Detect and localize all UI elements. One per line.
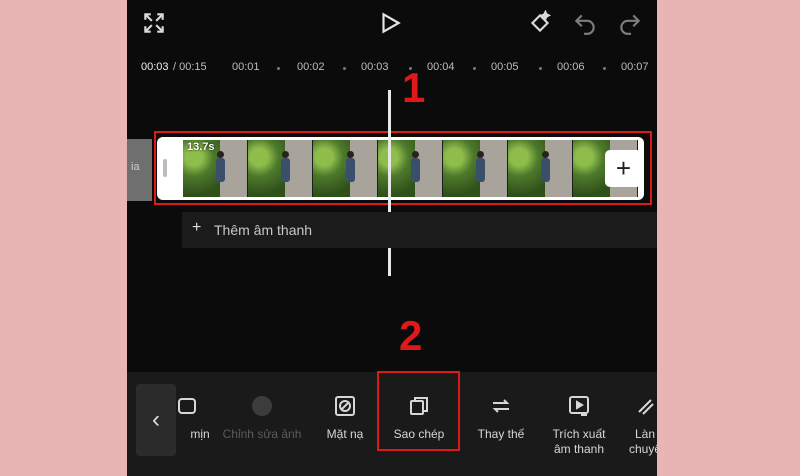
- tool-mat-na[interactable]: Mặt nạ: [313, 372, 377, 442]
- tick-label: 00:06: [557, 61, 585, 73]
- tool-label: Chỉnh sửa ảnh: [222, 427, 302, 441]
- tick-label: 00:01: [232, 61, 260, 73]
- plus-icon: +: [192, 219, 202, 236]
- tick-label: 00:03: [361, 61, 389, 73]
- phone-screen: 00:03 / 00:15 00:01 00:02 00:03 00:04 00…: [127, 0, 657, 476]
- playhead[interactable]: [388, 90, 391, 276]
- tool-label: Làn chuyể: [628, 427, 657, 456]
- back-button[interactable]: ‹: [136, 384, 176, 456]
- play-icon[interactable]: [377, 10, 403, 36]
- tick-dot: [277, 67, 280, 70]
- previous-clip[interactable]: ia: [127, 139, 152, 201]
- tool-label: Thay thế: [477, 427, 525, 441]
- tick-dot: [603, 67, 606, 70]
- timeline-ruler: 00:03 / 00:15 00:01 00:02 00:03 00:04 00…: [127, 58, 657, 78]
- tick-label: 00:05: [491, 61, 519, 73]
- clip-duration: 13.7s: [187, 141, 215, 153]
- undo-icon[interactable]: [572, 10, 598, 36]
- mask-icon: [335, 396, 355, 416]
- add-audio-button[interactable]: + Thêm âm thanh: [182, 212, 657, 248]
- previous-clip-text: ia: [131, 161, 140, 173]
- add-audio-label: Thêm âm thanh: [214, 222, 313, 238]
- transition-icon: [638, 399, 654, 415]
- step-marker-2: 2: [399, 312, 423, 359]
- tool-lam-chuyen[interactable]: Làn chuyể: [615, 372, 657, 457]
- total-time: / 00:15: [173, 61, 207, 73]
- tick-label: 00:07: [621, 61, 649, 73]
- keyframe-icon[interactable]: [527, 10, 553, 36]
- edit-photo-icon: [252, 396, 272, 416]
- tick-dot: [343, 67, 346, 70]
- tick-label: 00:02: [297, 61, 325, 73]
- tick-dot: [473, 67, 476, 70]
- current-time: 00:03: [141, 61, 169, 73]
- add-clip-button[interactable]: +: [605, 150, 642, 187]
- tool-label: Trích xuất âm thanh: [552, 427, 606, 456]
- tool-chinh-sua-anh[interactable]: Chỉnh sửa ảnh: [217, 372, 307, 442]
- tool-trich-xuat[interactable]: Trích xuất âm thanh: [539, 372, 619, 457]
- extract-audio-icon: [569, 396, 589, 416]
- tool-thay-the[interactable]: Thay thế: [461, 372, 541, 442]
- blur-icon: [178, 398, 196, 414]
- redo-icon[interactable]: [617, 10, 643, 36]
- replace-icon: [492, 399, 510, 413]
- step-1-highlight: [154, 131, 652, 205]
- tick-dot: [539, 67, 542, 70]
- step-marker-1: 1: [402, 64, 426, 111]
- tool-label: Mặt nạ: [326, 427, 364, 441]
- fullscreen-icon[interactable]: [141, 10, 167, 36]
- tick-label: 00:04: [427, 61, 455, 73]
- step-2-highlight: [377, 371, 460, 451]
